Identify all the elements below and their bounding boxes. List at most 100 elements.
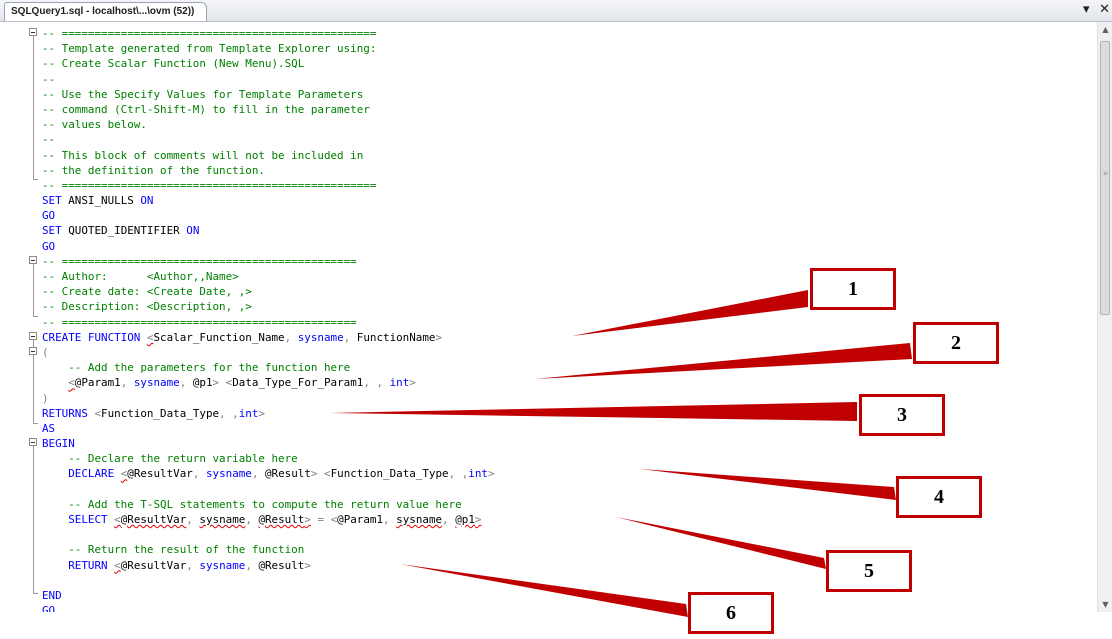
code-line[interactable]: AS — [42, 421, 495, 436]
code-line[interactable]: GO — [42, 603, 495, 612]
tab-title: SQLQuery1.sql - localhost\...\ovm (52)) — [11, 6, 195, 17]
code-token: -- Author: <Author,,Name> — [42, 270, 239, 283]
code-line[interactable]: SET QUOTED_IDENTIFIER ON — [42, 223, 495, 238]
code-line[interactable]: -- =====================================… — [42, 178, 495, 193]
chevron-down-icon[interactable]: ▾ — [1083, 1, 1090, 19]
code-line[interactable]: <@Param1, sysname, @p1> <Data_Type_For_P… — [42, 375, 495, 390]
code-line[interactable]: RETURNS <Function_Data_Type, ,int> — [42, 406, 495, 421]
selection-margin[interactable] — [0, 22, 27, 612]
code-line[interactable]: ) — [42, 391, 495, 406]
code-line[interactable]: GO — [42, 239, 495, 254]
code-token: = < — [310, 513, 338, 526]
code-token: -- =====================================… — [42, 254, 357, 268]
code-token: int — [468, 467, 488, 481]
code-token: , — [251, 467, 265, 481]
code-token: CREATE FUNCTION — [42, 330, 147, 344]
callout-number: 5 — [864, 560, 874, 582]
code-line[interactable]: -- Create Scalar Function (New Menu).SQL — [42, 56, 495, 71]
code-line[interactable]: -- values below. — [42, 117, 495, 132]
collapse-icon[interactable] — [29, 256, 37, 264]
code-line[interactable] — [42, 527, 495, 542]
code-line[interactable]: -- Return the result of the function — [42, 542, 495, 557]
code-token: , — [186, 558, 200, 572]
code-token: -- =====================================… — [42, 315, 357, 329]
code-token: @Param1 — [337, 513, 384, 526]
code-line[interactable]: -- Author: <Author,,Name> — [42, 269, 495, 284]
code-token: ANSI_NULLS — [68, 194, 141, 208]
code-token: int — [389, 376, 410, 390]
code-line[interactable]: RETURN <@ResultVar, sysname, @Result> — [42, 558, 495, 573]
code-token: @p1 — [192, 376, 213, 390]
code-token: ) — [42, 391, 49, 405]
code-line[interactable]: ( — [42, 345, 495, 360]
code-token: > — [409, 376, 416, 390]
code-line[interactable]: CREATE FUNCTION <Scalar_Function_Name, s… — [42, 330, 495, 345]
collapse-icon[interactable] — [29, 347, 37, 355]
code-token: -- command (Ctrl-Shift-M) to fill in the… — [42, 102, 370, 116]
code-line[interactable]: -- Add the parameters for the function h… — [42, 360, 495, 375]
code-line[interactable]: -- command (Ctrl-Shift-M) to fill in the… — [42, 102, 495, 117]
code-token: -- Template generated from Template Expl… — [42, 42, 377, 56]
code-line[interactable]: -- Create date: <Create Date, ,> — [42, 284, 495, 299]
code-line[interactable]: -- Template generated from Template Expl… — [42, 41, 495, 56]
callout-number: 4 — [934, 486, 944, 508]
code-line[interactable]: BEGIN — [42, 436, 495, 451]
code-line[interactable] — [42, 482, 495, 497]
code-token: -- Create Scalar Function (New Menu).SQL — [42, 57, 305, 71]
code-line[interactable]: -- Add the T-SQL statements to compute t… — [42, 497, 495, 512]
code-token: > < — [310, 467, 331, 481]
code-token: sysname — [297, 330, 344, 344]
code-line[interactable]: -- This block of comments will not be in… — [42, 148, 495, 163]
callout-number: 1 — [848, 278, 858, 300]
code-token: Function_Data_Type — [330, 467, 449, 481]
query-editor-window: SQLQuery1.sql - localhost\...\ovm (52)) … — [0, 0, 1112, 612]
code-token: @Result — [265, 467, 311, 481]
code-token: AS — [42, 421, 56, 435]
code-line[interactable]: -- =====================================… — [42, 254, 495, 269]
code-token: QUOTED_IDENTIFIER — [68, 224, 187, 238]
code-line[interactable]: -- the definition of the function. — [42, 163, 495, 178]
collapse-icon[interactable] — [29, 438, 37, 446]
code-token: GO — [42, 604, 56, 612]
code-line[interactable]: END — [42, 588, 495, 603]
scroll-up-icon[interactable]: ▲ — [1098, 22, 1112, 37]
code-line[interactable]: -- — [42, 132, 495, 147]
code-line[interactable]: -- =====================================… — [42, 26, 495, 41]
code-token: , — [245, 558, 259, 572]
code-line[interactable]: -- — [42, 72, 495, 87]
scrollbar-thumb[interactable]: ≡ — [1100, 41, 1110, 315]
code-line[interactable]: GO — [42, 208, 495, 223]
code-line[interactable]: -- Use the Specify Values for Template P… — [42, 87, 495, 102]
collapse-icon[interactable] — [29, 332, 37, 340]
code-token: @ResultVar — [127, 467, 193, 481]
code-token: sysname — [396, 513, 443, 526]
code-editor[interactable]: -- =====================================… — [0, 22, 1096, 612]
code-line[interactable]: SET ANSI_NULLS ON — [42, 193, 495, 208]
code-token: -- — [42, 72, 56, 86]
outlining-margin — [27, 22, 40, 612]
code-token: -- the definition of the function. — [42, 163, 265, 177]
code-token: -- Description: <Description, ,> — [42, 300, 252, 314]
code-line[interactable] — [42, 573, 495, 588]
code-text[interactable]: -- =====================================… — [42, 26, 495, 612]
code-line[interactable]: DECLARE <@ResultVar, sysname, @Result> <… — [42, 466, 494, 481]
code-token: , — [186, 513, 200, 526]
code-token: RETURN — [68, 558, 115, 572]
code-token: , — [284, 330, 298, 344]
code-token: , — [120, 376, 134, 390]
tab-sqlquery1[interactable]: SQLQuery1.sql - localhost\...\ovm (52)) — [4, 2, 208, 21]
scroll-down-icon[interactable]: ▼ — [1098, 597, 1112, 612]
code-line[interactable]: -- Description: <Description, ,> — [42, 299, 495, 314]
code-line[interactable]: SELECT <@ResultVar, sysname, @Result> = … — [42, 512, 495, 527]
code-line[interactable]: -- Declare the return variable here — [42, 451, 495, 466]
close-icon[interactable]: ✕ — [1099, 1, 1110, 19]
collapse-icon[interactable] — [29, 28, 37, 36]
code-token: @Result — [258, 558, 305, 572]
code-token: @p1 — [455, 513, 475, 526]
vertical-scrollbar[interactable]: ▲ ≡ ▼ — [1097, 22, 1112, 612]
code-line[interactable]: -- =====================================… — [42, 315, 495, 330]
code-token: -- =====================================… — [42, 27, 377, 40]
